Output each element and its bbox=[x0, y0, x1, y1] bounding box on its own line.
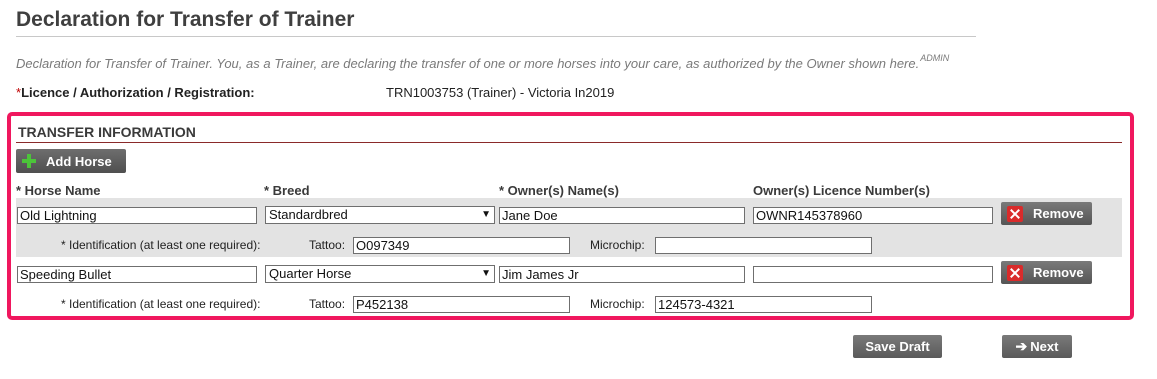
tattoo-label: Tattoo: bbox=[309, 297, 346, 311]
section-divider bbox=[16, 142, 1122, 143]
column-header-breed: * Breed bbox=[264, 183, 310, 198]
column-header-horse-name: * Horse Name bbox=[16, 183, 101, 198]
next-label: Next bbox=[1030, 339, 1059, 354]
licence-label-text: Licence / Authorization / Registration: bbox=[21, 85, 255, 100]
add-horse-label: Add Horse bbox=[46, 153, 112, 169]
arrow-right-icon: ➔ bbox=[1015, 338, 1028, 354]
dropdown-caret-icon: ▼ bbox=[481, 209, 491, 220]
tattoo-label: Tattoo: bbox=[309, 238, 346, 252]
horse-name-input[interactable] bbox=[17, 266, 257, 283]
microchip-input[interactable] bbox=[655, 237, 872, 254]
identification-label: * Identification (at least one required)… bbox=[61, 297, 261, 311]
title-divider bbox=[16, 36, 976, 37]
tattoo-input[interactable] bbox=[353, 296, 570, 313]
owner-name-input[interactable] bbox=[499, 266, 745, 283]
breed-selected-value: Quarter Horse bbox=[269, 266, 352, 281]
page-description: Declaration for Transfer of Trainer. You… bbox=[16, 53, 949, 71]
save-draft-label: Save Draft bbox=[865, 339, 930, 354]
licence-label: *Licence / Authorization / Registration: bbox=[16, 85, 255, 100]
description-text: Declaration for Transfer of Trainer. You… bbox=[16, 56, 920, 71]
identification-label: * Identification (at least one required)… bbox=[61, 238, 261, 252]
horse-name-input[interactable] bbox=[17, 207, 257, 224]
remove-label: Remove bbox=[1033, 206, 1084, 221]
tattoo-input[interactable] bbox=[353, 237, 570, 254]
microchip-label: Microchip: bbox=[590, 238, 645, 252]
owner-name-input[interactable] bbox=[499, 207, 745, 224]
microchip-input[interactable] bbox=[655, 296, 872, 313]
save-draft-button[interactable]: Save Draft bbox=[853, 335, 942, 358]
remove-label: Remove bbox=[1033, 265, 1084, 280]
licence-value: TRN1003753 (Trainer) - Victoria In2019 bbox=[386, 85, 615, 100]
column-header-owner-licence: Owner(s) Licence Number(s) bbox=[753, 183, 930, 198]
breed-selected-value: Standardbred bbox=[269, 207, 348, 222]
dropdown-caret-icon: ▼ bbox=[481, 268, 491, 279]
close-x-icon bbox=[1007, 264, 1023, 281]
close-x-icon bbox=[1007, 205, 1023, 222]
remove-horse-button[interactable]: Remove bbox=[1001, 202, 1092, 225]
next-button[interactable]: ➔ Next bbox=[1002, 335, 1072, 358]
page-title: Declaration for Transfer of Trainer bbox=[16, 8, 355, 31]
column-header-owner-names: * Owner(s) Name(s) bbox=[499, 183, 619, 198]
plus-icon bbox=[22, 154, 36, 168]
section-title: TRANSFER INFORMATION bbox=[18, 124, 196, 140]
remove-horse-button[interactable]: Remove bbox=[1001, 261, 1092, 284]
breed-select[interactable]: Quarter Horse ▼ bbox=[265, 265, 495, 283]
add-horse-button[interactable]: Add Horse bbox=[16, 149, 126, 173]
owner-licence-input[interactable] bbox=[753, 266, 993, 283]
microchip-label: Microchip: bbox=[590, 297, 645, 311]
admin-superscript: ADMIN bbox=[920, 53, 950, 63]
owner-licence-input[interactable] bbox=[753, 207, 993, 224]
breed-select[interactable]: Standardbred ▼ bbox=[265, 206, 495, 224]
